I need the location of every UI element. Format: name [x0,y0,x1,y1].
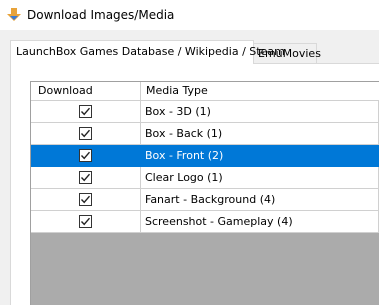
tab-launchbox-database[interactable]: LaunchBox Games Database / Wikipedia / S… [10,40,285,64]
column-header-media-type[interactable]: Media Type [141,82,379,100]
media-type-cell: Screenshot - Gameplay (4) [141,211,379,233]
table-row[interactable]: Screenshot - Gameplay (4) [31,211,379,233]
checkmark-icon [80,195,91,204]
checkmark-icon [80,151,91,160]
checkmark-icon [80,107,91,116]
grid-empty-area [31,233,379,305]
download-cell [31,189,141,211]
column-header-download[interactable]: Download [31,82,141,100]
checkmark-icon [80,217,91,226]
media-type-cell: Box - Back (1) [141,123,379,145]
download-arrow-icon [6,7,22,23]
window-title: Download Images/Media [27,8,175,22]
grid-header: Download Media Type [31,82,379,101]
download-checkbox[interactable] [79,171,92,184]
media-type-cell: Clear Logo (1) [141,167,379,189]
media-type-cell: Box - 3D (1) [141,101,379,123]
media-type-grid[interactable]: Download Media Type Box - 3D (1) Box - B… [30,81,379,305]
download-cell [31,145,141,167]
checkmark-icon [80,129,91,138]
download-checkbox[interactable] [79,193,92,206]
table-row-selected[interactable]: Box - Front (2) [31,145,379,167]
download-checkbox[interactable] [79,127,92,140]
media-type-cell: Fanart - Background (4) [141,189,379,211]
download-cell [31,211,141,233]
download-checkbox[interactable] [79,105,92,118]
table-row[interactable]: Fanart - Background (4) [31,189,379,211]
tab-strip: LaunchBox Games Database / Wikipedia / S… [0,30,379,64]
table-row[interactable]: Box - Back (1) [31,123,379,145]
download-cell [31,123,141,145]
download-checkbox[interactable] [79,215,92,228]
download-cell [31,167,141,189]
download-cell [31,101,141,123]
checkmark-icon [80,173,91,182]
title-bar: Download Images/Media [0,0,379,30]
table-row[interactable]: Box - 3D (1) [31,101,379,123]
download-media-window: Download Images/Media LaunchBox Games Da… [0,0,379,305]
table-row[interactable]: Clear Logo (1) [31,167,379,189]
media-type-cell: Box - Front (2) [141,145,379,167]
download-checkbox[interactable] [79,149,92,162]
